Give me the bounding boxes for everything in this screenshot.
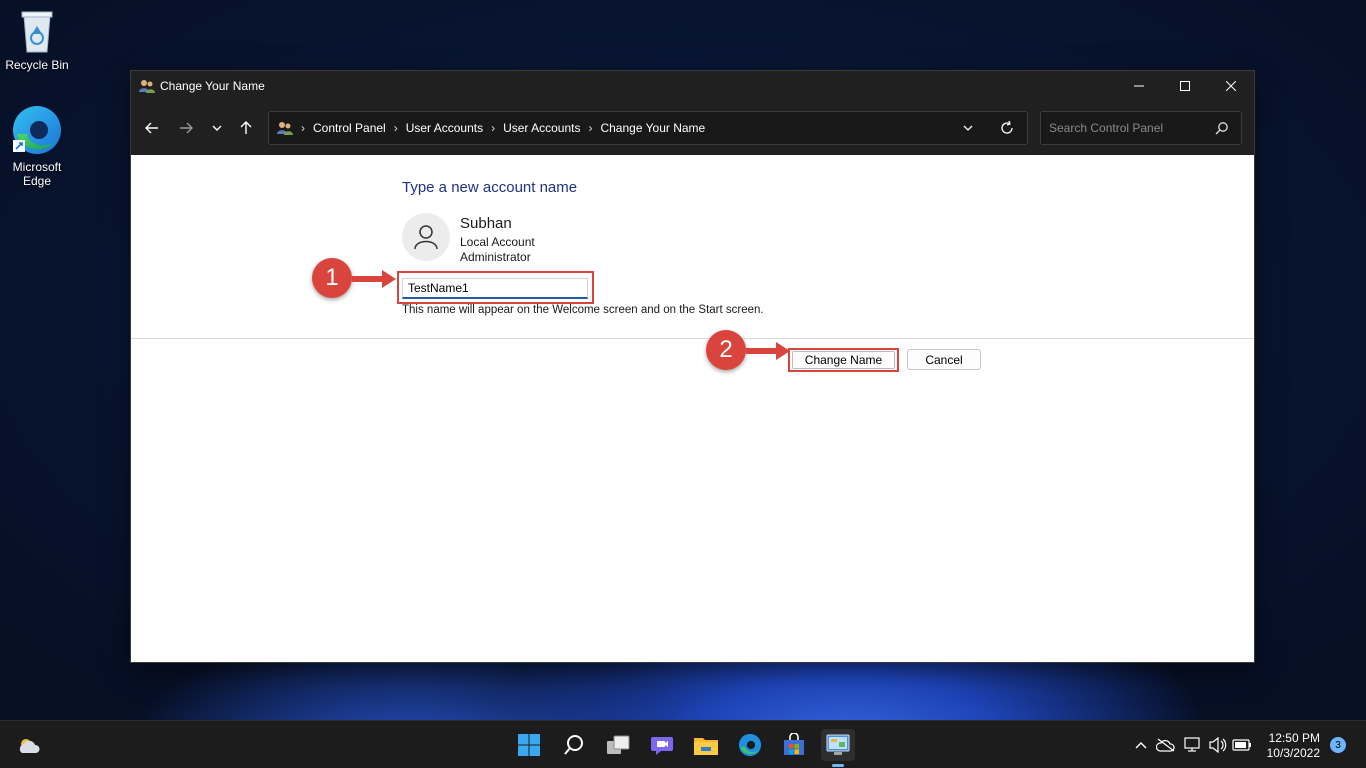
refresh-button[interactable] — [999, 120, 1015, 139]
breadcrumb: › Control Panel › User Accounts › User A… — [277, 112, 705, 144]
task-view-icon — [607, 735, 630, 754]
taskbar-search-button[interactable] — [557, 729, 591, 761]
address-bar[interactable]: › Control Panel › User Accounts › User A… — [268, 111, 1028, 145]
breadcrumb-separator-icon: › — [491, 121, 496, 135]
breadcrumb-separator-icon: › — [588, 121, 593, 135]
user-name: Subhan — [460, 215, 512, 232]
search-input[interactable] — [1049, 120, 1209, 136]
step-2-arrow-icon — [746, 342, 790, 360]
task-view-button[interactable] — [601, 729, 635, 761]
clock-time[interactable]: 12:50 PM — [1268, 731, 1320, 745]
step-1-callout: 1 — [312, 258, 352, 298]
control-panel-icon — [826, 734, 850, 755]
divider — [131, 338, 1254, 339]
new-name-input[interactable] — [402, 278, 588, 299]
change-name-window: Change Your Name › Control Panel › User … — [131, 71, 1254, 662]
chat-button[interactable] — [645, 729, 679, 761]
account-role: Administrator — [460, 250, 531, 264]
navigation-bar: › Control Panel › User Accounts › User A… — [131, 101, 1254, 155]
notification-badge[interactable]: 3 — [1330, 737, 1346, 753]
content-area: Type a new account name Subhan Local Acc… — [131, 155, 1254, 662]
recycle-bin-icon — [21, 11, 53, 53]
recycle-bin-shortcut[interactable]: Recycle Bin — [1, 8, 73, 72]
avatar — [402, 213, 450, 261]
refresh-icon — [1001, 120, 1013, 134]
search-icon — [1215, 122, 1228, 135]
store-button[interactable] — [777, 729, 811, 761]
network-icon — [1184, 737, 1200, 752]
breadcrumb-user-accounts-sub[interactable]: User Accounts — [503, 121, 580, 135]
battery-tray-icon[interactable] — [1232, 736, 1252, 754]
recent-locations-button[interactable] — [205, 117, 229, 139]
user-accounts-icon — [277, 122, 293, 135]
title-bar[interactable]: Change Your Name — [131, 71, 1254, 101]
name-hint: This name will appear on the Welcome scr… — [402, 304, 764, 316]
active-app-indicator — [832, 764, 844, 767]
taskbar: 12:50 PM 10/3/2022 3 — [0, 720, 1366, 768]
edge-icon — [738, 733, 762, 757]
arrow-right-icon — [180, 122, 193, 134]
breadcrumb-separator-icon: › — [301, 121, 305, 135]
file-explorer-button[interactable] — [689, 729, 723, 761]
clock-date[interactable]: 10/3/2022 — [1262, 746, 1320, 760]
forward-button[interactable] — [174, 117, 198, 139]
back-button[interactable] — [140, 117, 164, 139]
chevron-down-icon — [212, 125, 222, 131]
recycle-bin-label: Recycle Bin — [5, 58, 69, 72]
cancel-button[interactable]: Cancel — [907, 349, 981, 370]
store-icon — [784, 733, 804, 755]
user-icon — [414, 225, 438, 250]
show-hidden-icons-button[interactable] — [1131, 736, 1151, 754]
edge-shortcut[interactable]: Microsoft Edge — [1, 104, 73, 188]
page-title: Type a new account name — [402, 179, 578, 196]
close-button[interactable] — [1208, 71, 1254, 101]
search-box[interactable] — [1040, 111, 1242, 145]
onedrive-tray-icon[interactable] — [1156, 736, 1176, 754]
chevron-down-icon — [963, 125, 973, 131]
folder-icon — [694, 738, 718, 755]
volume-tray-icon[interactable] — [1208, 736, 1228, 754]
arrow-up-icon — [240, 121, 252, 134]
edge-label-line1: Microsoft — [12, 160, 62, 174]
maximize-button[interactable] — [1162, 71, 1208, 101]
address-dropdown-button[interactable] — [962, 120, 974, 139]
control-panel-taskbar-button[interactable] — [821, 729, 855, 761]
window-title: Change Your Name — [160, 79, 265, 93]
close-icon — [1226, 81, 1236, 91]
start-button[interactable] — [512, 729, 546, 761]
step-2-callout: 2 — [706, 330, 746, 370]
taskbar-weather[interactable] — [12, 729, 46, 761]
chat-icon — [651, 737, 673, 755]
volume-icon — [1209, 737, 1227, 753]
up-button[interactable] — [234, 117, 258, 139]
battery-icon — [1232, 739, 1251, 751]
maximize-icon — [1180, 81, 1190, 91]
arrow-left-icon — [145, 122, 158, 134]
user-accounts-icon — [139, 80, 155, 93]
edge-taskbar-button[interactable] — [733, 729, 767, 761]
windows-logo-icon — [518, 734, 540, 756]
minimize-button[interactable] — [1116, 71, 1162, 101]
account-type: Local Account — [460, 235, 535, 249]
breadcrumb-change-your-name[interactable]: Change Your Name — [600, 121, 705, 135]
cloud-off-icon — [1156, 738, 1175, 752]
change-name-button[interactable]: Change Name — [792, 351, 895, 369]
breadcrumb-control-panel[interactable]: Control Panel — [313, 121, 386, 135]
edge-icon — [13, 106, 61, 154]
edge-label-line2: Edge — [22, 174, 52, 188]
breadcrumb-user-accounts[interactable]: User Accounts — [406, 121, 483, 135]
weather-icon — [19, 739, 40, 753]
network-tray-icon[interactable] — [1183, 736, 1203, 754]
chevron-up-icon — [1135, 742, 1147, 749]
breadcrumb-separator-icon: › — [393, 121, 398, 135]
search-icon — [564, 735, 583, 755]
step-1-arrow-icon — [352, 270, 396, 288]
minimize-icon — [1134, 85, 1144, 87]
